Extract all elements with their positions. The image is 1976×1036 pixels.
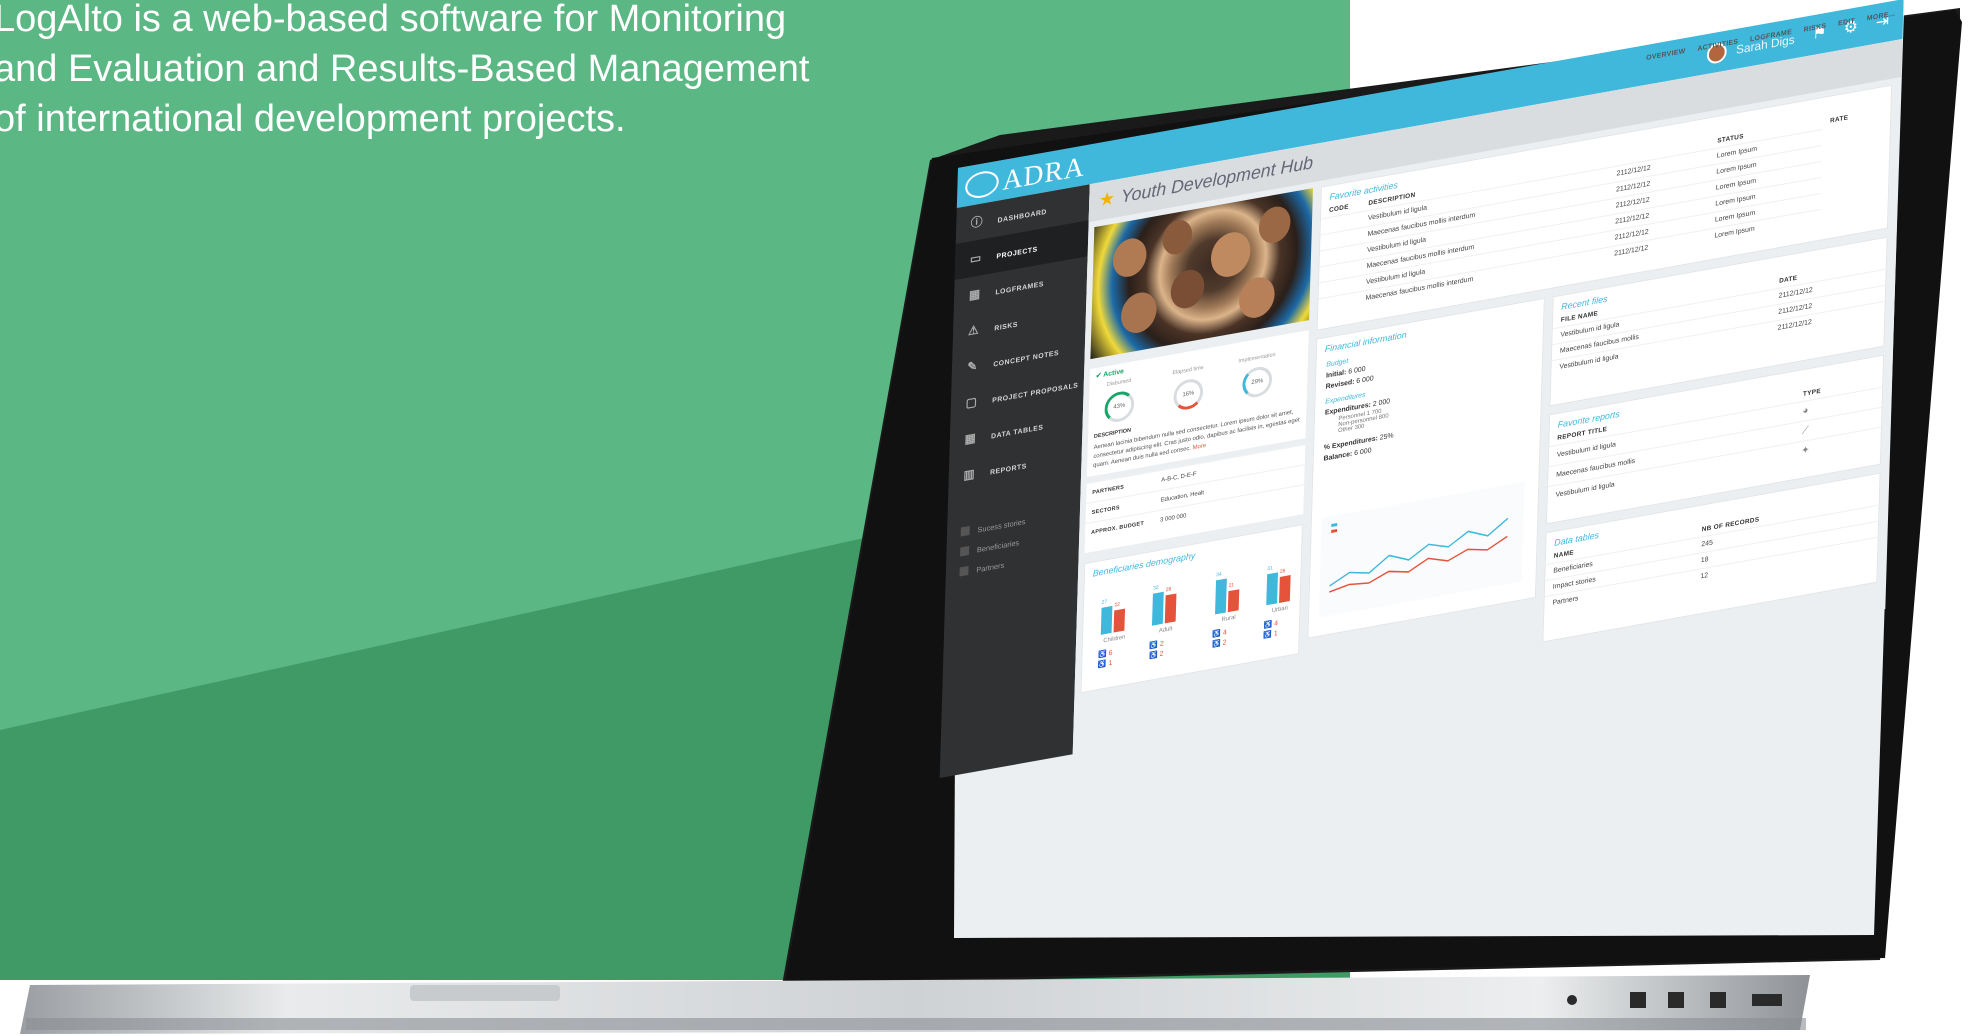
demography-group: Children 27 22 ♿ 6 ♿ 1 — [1093, 579, 1135, 686]
wheelchair-count: 1 — [1108, 659, 1113, 668]
star-icon[interactable]: ★ — [1099, 188, 1115, 211]
accessibility-icon: ♿ 2 ♿ 2 — [1148, 640, 1164, 661]
wheelchair-count: 1 — [1273, 630, 1278, 638]
demography-top-value: 31 — [1267, 565, 1273, 573]
meta-value: 3 000 000 — [1159, 513, 1187, 524]
accessibility-icon: ♿ 4 ♿ 1 — [1263, 620, 1279, 640]
sidebar-item-label: LOGFRAMES — [995, 280, 1044, 297]
financial-information-card: Financial information Budget Initial: 6 … — [1307, 297, 1545, 639]
demography-top2-value: 26 — [1279, 568, 1286, 575]
wheelchair-count: 4 — [1274, 620, 1279, 628]
accessibility-icon: ♿ 6 ♿ 1 — [1097, 649, 1113, 670]
data-tables-icon: ▦ — [964, 430, 977, 447]
risks-icon: ⚠ — [967, 322, 980, 339]
wheelchair-count: 6 — [1108, 649, 1113, 658]
demography-bar — [1113, 608, 1126, 633]
sidebar-sub-label: Partners — [976, 560, 1005, 575]
wheelchair-count: 2 — [1159, 640, 1164, 649]
demography-top-value: 27 — [1101, 598, 1108, 606]
wheelchair-count: 2 — [1222, 639, 1227, 647]
sidebar-item-label: PROJECTS — [996, 246, 1038, 261]
logframes-icon: ▦ — [968, 286, 981, 303]
demography-bar — [1164, 593, 1177, 624]
expenditure-trend-chart — [1318, 481, 1525, 618]
checkbox-icon — [959, 565, 969, 577]
demography-group: Urban 31 26 ♿ 4 ♿ 1 — [1259, 549, 1301, 656]
disbursed-gauge: 43% — [1104, 389, 1135, 425]
more-link[interactable]: More — [1193, 443, 1207, 451]
meta-value: Education, Healt — [1160, 490, 1205, 504]
meta-value: A-B-C, D-E-F — [1161, 471, 1197, 484]
sidebar-sub-label: Beneficiaries — [976, 537, 1020, 555]
gauge-label: Elapsed time — [1172, 364, 1204, 377]
sidebar-item-label: DATA TABLES — [990, 424, 1044, 441]
demography-bar — [1266, 572, 1278, 606]
demography-bar — [1279, 575, 1291, 603]
implementation-gauge: 29% — [1242, 364, 1273, 400]
project-proposals-icon: ▢ — [965, 394, 978, 411]
demography-group: Rural 34 21 ♿ 4 ♿ 2 — [1208, 558, 1250, 665]
sidebar-item-label: REPORTS — [989, 463, 1027, 477]
sidebar-item-label: RISKS — [994, 321, 1018, 333]
adra-logo-icon — [964, 168, 1000, 201]
sidebar: ⓘ DASHBOARD ▭ PROJECTS ▦ LOGFRAMES ⚠ RISKS ✎ CONC… — [939, 184, 1090, 779]
sidebar-sub-label: Sucess stories — [977, 516, 1026, 535]
demography-top2-value: 21 — [1228, 582, 1235, 590]
demography-bar — [1227, 589, 1240, 613]
reports-icon: ▥ — [963, 466, 976, 483]
gauge-label: Implementation — [1238, 351, 1276, 365]
beneficiaries-demography-card: Beneficiaries demography Children 27 22 ♿ 6… — [1080, 524, 1303, 694]
wheelchair-count: 2 — [1159, 650, 1164, 659]
active-status: ✔ Active — [1095, 368, 1125, 381]
demography-bar — [1100, 605, 1113, 635]
elapsed-gauge: 16% — [1173, 376, 1204, 413]
demography-top2-value: 22 — [1114, 601, 1120, 609]
demography-top-value: 34 — [1216, 571, 1222, 579]
demography-top-value: 32 — [1152, 584, 1159, 592]
wheelchair-count: 4 — [1222, 629, 1227, 637]
demography-bar — [1215, 578, 1227, 615]
demography-bar — [1151, 591, 1164, 626]
concept-notes-icon: ✎ — [967, 358, 979, 375]
sidebar-item-label: CONCEPT NOTES — [993, 349, 1060, 369]
accessibility-icon: ♿ 4 ♿ 2 — [1212, 629, 1227, 649]
demography-group: Adult 32 28 ♿ 2 ♿ 2 — [1145, 570, 1187, 677]
dashboard-icon: ⓘ — [970, 214, 984, 231]
demography-top2-value: 28 — [1165, 586, 1172, 594]
checkbox-icon — [960, 545, 970, 557]
sidebar-item-label: PROJECT PROPOSALS — [992, 382, 1079, 405]
projects-icon: ▭ — [969, 250, 982, 267]
sidebar-item-label: DASHBOARD — [997, 208, 1047, 225]
checkbox-icon — [960, 525, 970, 537]
